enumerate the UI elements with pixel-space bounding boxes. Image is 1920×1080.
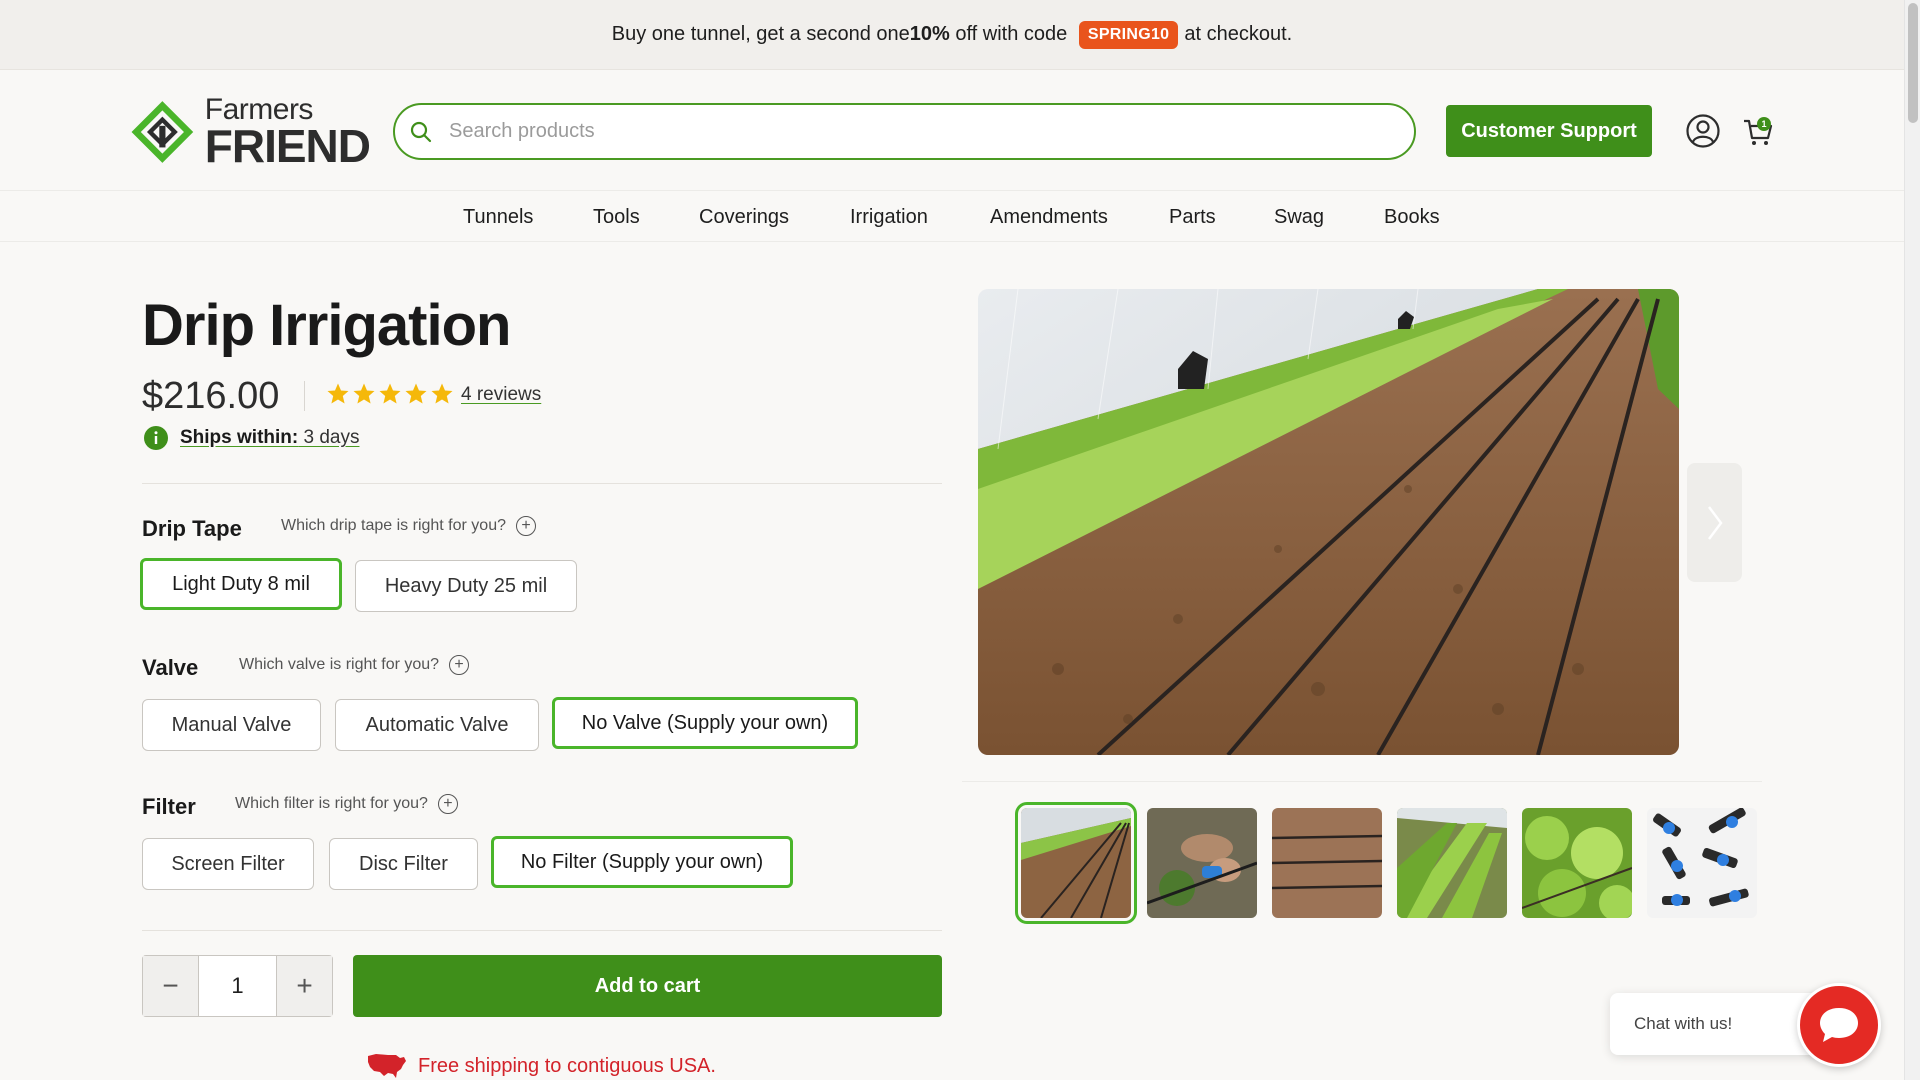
- option-light-duty[interactable]: Light Duty 8 mil: [140, 558, 342, 610]
- chevron-right-icon: [1707, 505, 1723, 540]
- next-image-button[interactable]: [1687, 463, 1742, 582]
- main-nav: Tunnels Tools Coverings Irrigation Amend…: [0, 190, 1904, 242]
- valve-help[interactable]: Which valve is right for you? +: [239, 655, 470, 675]
- rating-stars[interactable]: [326, 382, 454, 406]
- option-no-filter[interactable]: No Filter (Supply your own): [491, 836, 793, 888]
- price-divider: [304, 381, 305, 411]
- star-icon: [405, 383, 427, 404]
- info-icon: [144, 426, 168, 450]
- scrollbar-thumb[interactable]: [1908, 3, 1918, 123]
- free-shipping-note: Free shipping to contiguous USA.: [366, 1052, 716, 1080]
- chat-button[interactable]: [1797, 983, 1881, 1067]
- option-manual-valve[interactable]: Manual Valve: [142, 699, 321, 751]
- plus-circle-icon: +: [449, 655, 470, 675]
- drip-tape-help-text: Which drip tape is right for you?: [281, 517, 506, 534]
- option-automatic-valve[interactable]: Automatic Valve: [335, 699, 539, 751]
- thumbnail-2[interactable]: [1147, 808, 1257, 918]
- logo-text-friend: FRIEND: [204, 120, 371, 172]
- search-bar[interactable]: [393, 103, 1416, 160]
- filter-help[interactable]: Which filter is right for you? +: [235, 794, 458, 814]
- quantity-increase-button[interactable]: +: [277, 956, 332, 1016]
- add-to-cart-button[interactable]: Add to cart: [353, 955, 942, 1017]
- ships-within-label: Ships within:: [180, 427, 299, 448]
- section-divider: [142, 930, 942, 931]
- valve-label: Valve: [142, 655, 199, 680]
- chat-bubble-icon: [1820, 1008, 1858, 1042]
- thumbnail-photo: [1021, 808, 1131, 918]
- cart-count-badge: 1: [1757, 117, 1771, 131]
- thumbnail-photo: [1147, 808, 1257, 918]
- nav-item-irrigation[interactable]: Irrigation: [850, 206, 928, 229]
- star-icon: [431, 383, 453, 404]
- plus-circle-icon: +: [516, 516, 536, 536]
- star-icon: [379, 383, 401, 404]
- thumbnail-photo: [1522, 808, 1632, 918]
- nav-item-swag[interactable]: Swag: [1274, 206, 1324, 229]
- section-divider: [142, 483, 942, 484]
- option-heavy-duty[interactable]: Heavy Duty 25 mil: [355, 560, 577, 612]
- promo-text-middle: off with code: [949, 23, 1073, 45]
- ships-within-value: 3 days: [298, 427, 360, 448]
- promo-text-after: at checkout.: [1184, 23, 1293, 45]
- nav-item-amendments[interactable]: Amendments: [990, 206, 1108, 229]
- gallery-divider: [962, 781, 1762, 782]
- quantity-input[interactable]: 1: [198, 956, 277, 1016]
- promo-text-before: Buy one tunnel, get a second one: [611, 23, 910, 45]
- site-header: Farmers FRIEND Customer Support 1: [0, 70, 1904, 190]
- product-title: Drip Irrigation: [142, 293, 511, 358]
- chat-prompt[interactable]: Chat with us!: [1610, 993, 1820, 1055]
- option-screen-filter[interactable]: Screen Filter: [142, 838, 314, 890]
- promo-discount: 10%: [909, 23, 950, 45]
- thumbnail-6[interactable]: [1647, 808, 1757, 918]
- filter-help-text: Which filter is right for you?: [235, 795, 428, 812]
- nav-item-coverings[interactable]: Coverings: [699, 206, 789, 229]
- account-icon[interactable]: [1685, 113, 1721, 149]
- star-icon: [353, 383, 375, 404]
- customer-support-button[interactable]: Customer Support: [1446, 105, 1652, 157]
- product-photo: [978, 289, 1679, 755]
- product-price: $216.00: [142, 375, 280, 417]
- ships-within[interactable]: Ships within: 3 days: [144, 426, 359, 450]
- star-icon: [327, 383, 349, 404]
- option-disc-filter[interactable]: Disc Filter: [329, 838, 478, 890]
- thumbnail-5[interactable]: [1522, 808, 1632, 918]
- nav-item-tools[interactable]: Tools: [593, 206, 640, 229]
- drip-tape-help[interactable]: Which drip tape is right for you? +: [281, 516, 536, 536]
- plus-circle-icon: +: [437, 794, 458, 814]
- option-no-valve[interactable]: No Valve (Supply your own): [552, 697, 858, 749]
- product-main-image[interactable]: [978, 289, 1679, 755]
- thumbnail-photo: [1647, 808, 1757, 918]
- thumbnail-4[interactable]: [1397, 808, 1507, 918]
- nav-item-tunnels[interactable]: Tunnels: [463, 206, 533, 229]
- valve-help-text: Which valve is right for you?: [239, 656, 440, 673]
- thumbnail-photo: [1397, 808, 1507, 918]
- thumbnail-1[interactable]: [1015, 802, 1137, 924]
- page-scrollbar[interactable]: [1904, 0, 1920, 1080]
- search-icon: [410, 121, 432, 142]
- quantity-stepper: − 1 +: [142, 955, 333, 1017]
- usa-map-icon: [368, 1054, 406, 1078]
- search-input[interactable]: [449, 120, 1349, 143]
- filter-label: Filter: [142, 794, 196, 819]
- promo-code-badge: SPRING10: [1078, 20, 1179, 49]
- site-logo[interactable]: Farmers FRIEND: [130, 90, 371, 174]
- reviews-link[interactable]: 4 reviews: [461, 384, 541, 406]
- drip-tape-label: Drip Tape: [142, 516, 242, 541]
- promo-banner: Buy one tunnel, get a second one 10% off…: [0, 0, 1904, 70]
- quantity-decrease-button[interactable]: −: [143, 956, 198, 1016]
- free-shipping-text: Free shipping to contiguous USA.: [418, 1054, 716, 1077]
- nav-item-books[interactable]: Books: [1384, 206, 1440, 229]
- thumbnail-3[interactable]: [1272, 808, 1382, 918]
- thumbnail-photo: [1272, 808, 1382, 918]
- nav-item-parts[interactable]: Parts: [1169, 206, 1216, 229]
- logo-mark-icon: [131, 101, 194, 163]
